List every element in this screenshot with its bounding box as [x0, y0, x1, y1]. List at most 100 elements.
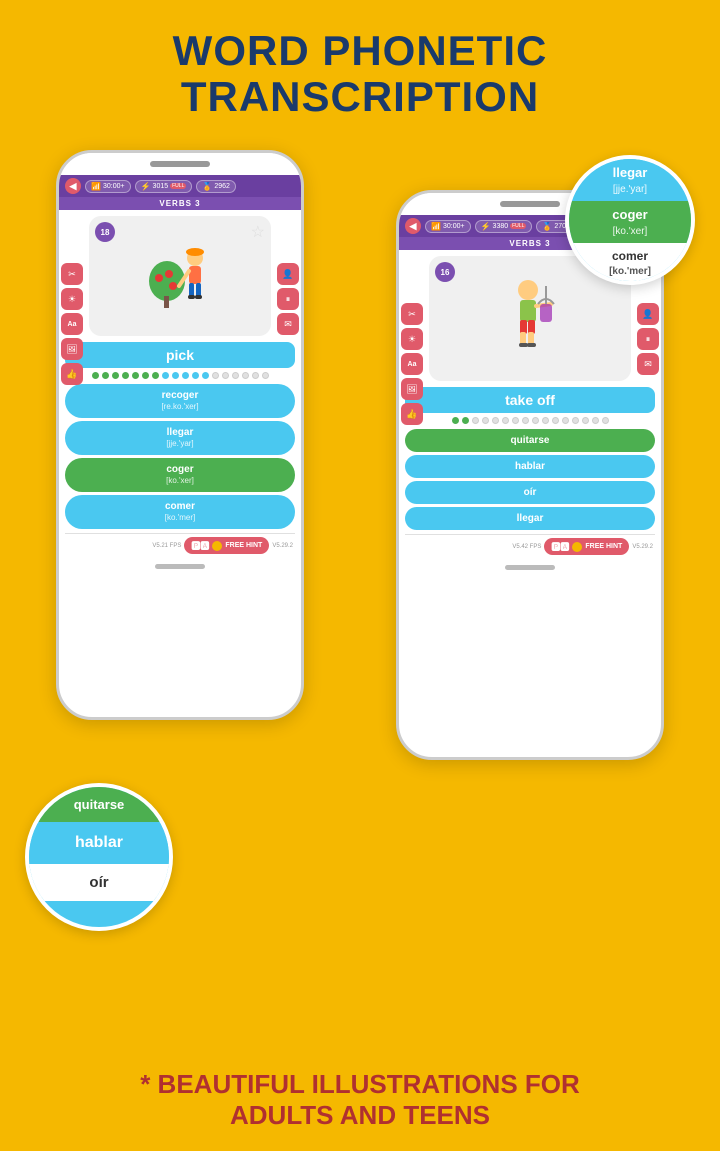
circle-left: quitarse hablar oír	[25, 783, 173, 931]
image-btn-right[interactable]: 🖼	[401, 378, 423, 400]
time-badge-right: 📶 30:00+	[425, 220, 471, 233]
fps-left: V5.21 FPS	[152, 543, 181, 549]
dot	[242, 372, 249, 379]
answer-btn-2-right[interactable]: hablar	[405, 455, 655, 478]
card-number-right: 16	[435, 262, 455, 282]
text-btn-right[interactable]: Aa	[401, 353, 423, 375]
cut-btn-left[interactable]: ✂	[61, 263, 83, 285]
phone-left: ◀ 📶 30:00+ ⚡ 3015 FULL 🏅 2962 VERBS 3 ✂ …	[56, 150, 304, 720]
hint-circle-left	[212, 541, 222, 551]
phone-left-notch	[59, 153, 301, 175]
title-section: WORD PHONETIC TRANSCRIPTION	[0, 0, 720, 130]
phone-left-home	[59, 557, 301, 575]
answer-btn-3-left[interactable]: coger[ko.'xer]	[65, 458, 295, 492]
version-right: V5.29.2	[632, 544, 653, 550]
card-area-left: 18 ☆	[89, 216, 271, 336]
dot	[452, 417, 459, 424]
circle-right-item-2: coger[ko.'xer]	[569, 201, 691, 243]
dot	[482, 417, 489, 424]
fps-right: V5.42 FPS	[512, 544, 541, 550]
dot	[592, 417, 599, 424]
dot	[522, 417, 529, 424]
sun-btn-right[interactable]: ☀	[401, 328, 423, 350]
bolt-icon-right: ⚡	[481, 222, 491, 231]
dot	[582, 417, 589, 424]
dot	[562, 417, 569, 424]
hint-btn-left[interactable]: 🅿🅰 FREE HINT	[184, 537, 269, 554]
coin-icon-right: 🏅	[542, 222, 552, 231]
dot	[532, 417, 539, 424]
dot	[542, 417, 549, 424]
bottom-line1: * BEAUTIFUL ILLUSTRATIONS FOR	[20, 1069, 700, 1100]
side-buttons-right-panel: 👤 ⏸ ✉	[277, 263, 299, 335]
mail-btn-left[interactable]: ✉	[277, 313, 299, 335]
dot	[152, 372, 159, 379]
dot	[222, 372, 229, 379]
home-pill-right	[505, 565, 555, 570]
dot	[552, 417, 559, 424]
wifi-icon-left: 📶	[91, 182, 101, 191]
back-button-left[interactable]: ◀	[65, 178, 81, 194]
thumb-btn-right[interactable]: 👍	[401, 403, 423, 425]
user-btn-right[interactable]: 👤	[637, 303, 659, 325]
dot	[252, 372, 259, 379]
answer-btn-1-left[interactable]: recoger[re.ko.'xer]	[65, 384, 295, 418]
answer-btn-2-left[interactable]: llegar[jje.'yar]	[65, 421, 295, 455]
time-badge-left: 📶 30:00+	[85, 180, 131, 193]
answer-btn-3-right[interactable]: oír	[405, 481, 655, 504]
dot	[502, 417, 509, 424]
dot	[262, 372, 269, 379]
phone-right-home	[399, 558, 661, 576]
pause-btn-right[interactable]: ⏸	[637, 328, 659, 350]
title-line1: WORD PHONETIC	[0, 28, 720, 74]
dot	[112, 372, 119, 379]
title-line2: TRANSCRIPTION	[0, 74, 720, 120]
dot	[202, 372, 209, 379]
illustration-left	[145, 236, 215, 316]
hint-btn-right[interactable]: 🅿🅰 FREE HINT	[544, 538, 629, 555]
progress-dots-left	[59, 368, 301, 381]
dot	[182, 372, 189, 379]
answer-btn-4-left[interactable]: comer[ko.'mer]	[65, 495, 295, 529]
progress-dots-right	[399, 413, 661, 426]
hint-circle-right	[572, 542, 582, 552]
star-icon-left: ☆	[251, 222, 265, 242]
phone-right-dots	[500, 201, 560, 207]
dot	[472, 417, 479, 424]
mail-btn-right[interactable]: ✉	[637, 353, 659, 375]
cut-btn-right[interactable]: ✂	[401, 303, 423, 325]
dot	[142, 372, 149, 379]
version-left: V5.29.2	[272, 543, 293, 549]
hint-bar-left: V5.21 FPS 🅿🅰 FREE HINT V5.29.2	[59, 534, 301, 557]
bolt-icon-left: ⚡	[141, 182, 151, 191]
card-word-right: take off	[405, 387, 655, 413]
user-btn-left[interactable]: 👤	[277, 263, 299, 285]
wifi-icon-right: 📶	[431, 222, 441, 231]
sun-btn-left[interactable]: ☀	[61, 288, 83, 310]
answer-btn-4-right[interactable]: llegar	[405, 507, 655, 530]
back-button-right[interactable]: ◀	[405, 218, 421, 234]
dot	[602, 417, 609, 424]
circle-left-item-1: quitarse	[29, 787, 169, 822]
coins-badge-left: 🏅 2962	[196, 180, 236, 193]
thumb-btn-left[interactable]: 👍	[61, 363, 83, 385]
card-word-left: pick	[65, 342, 295, 368]
coin-icon-left: 🏅	[202, 182, 212, 191]
hint-icon-right: 🅿🅰	[551, 540, 569, 553]
circle-left-item-2: hablar	[29, 822, 169, 864]
dot	[92, 372, 99, 379]
bottom-line2: ADULTS AND TEENS	[20, 1100, 700, 1131]
hint-bar-right: V5.42 FPS 🅿🅰 FREE HINT V5.29.2	[399, 535, 661, 558]
dot	[102, 372, 109, 379]
pause-btn-left[interactable]: ⏸	[277, 288, 299, 310]
hint-icon-left: 🅿🅰	[191, 539, 209, 552]
bottom-text: * BEAUTIFUL ILLUSTRATIONS FOR ADULTS AND…	[0, 1069, 720, 1131]
image-btn-left[interactable]: 🖼	[61, 338, 83, 360]
dot	[232, 372, 239, 379]
dot	[192, 372, 199, 379]
side-buttons-rr: 👤 ⏸ ✉	[637, 303, 659, 375]
text-btn-left[interactable]: Aa	[61, 313, 83, 335]
answer-btn-1-right[interactable]: quitarse	[405, 429, 655, 452]
dot	[132, 372, 139, 379]
score-badge-left: ⚡ 3015 FULL	[135, 180, 193, 193]
